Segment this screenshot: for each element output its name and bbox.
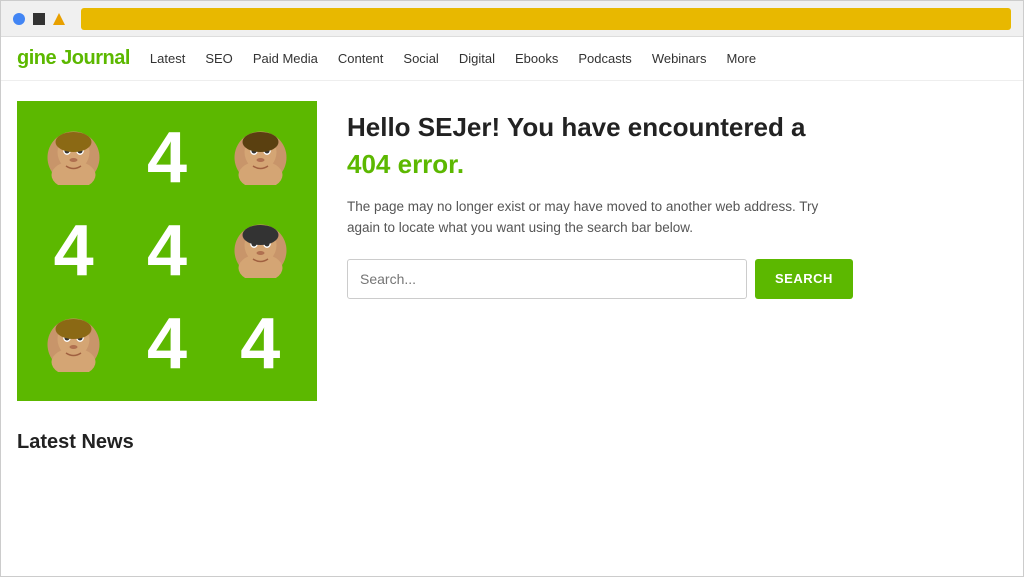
error-text-section: Hello SEJer! You have encountered a 404 … bbox=[347, 101, 1007, 299]
site-nav: gine Journal Latest SEO Paid Media Conte… bbox=[1, 37, 1023, 81]
nav-podcasts[interactable]: Podcasts bbox=[578, 51, 631, 66]
grid-cell-face-3 bbox=[214, 204, 307, 297]
grid-cell-four-3: 4 bbox=[120, 204, 213, 297]
nav-digital[interactable]: Digital bbox=[459, 51, 495, 66]
nav-webinars[interactable]: Webinars bbox=[652, 51, 707, 66]
error-image: 4 4 4 bbox=[17, 101, 317, 401]
error-description: The page may no longer exist or may have… bbox=[347, 196, 827, 239]
face-svg-1 bbox=[46, 130, 101, 185]
grid-cell-four-1: 4 bbox=[120, 111, 213, 204]
site-logo[interactable]: gine Journal bbox=[17, 47, 130, 70]
main-content: 4 4 4 bbox=[1, 81, 1023, 421]
search-row: SEARCH bbox=[347, 259, 1007, 299]
browser-dot-blue bbox=[13, 13, 25, 25]
four-1: 4 bbox=[147, 122, 187, 194]
error-headline: Hello SEJer! You have encountered a bbox=[347, 111, 1007, 145]
nav-social[interactable]: Social bbox=[403, 51, 438, 66]
grid-cell-face-4 bbox=[27, 298, 120, 391]
nav-more[interactable]: More bbox=[727, 51, 757, 66]
browser-triangle bbox=[53, 13, 65, 25]
four-4: 4 bbox=[147, 308, 187, 380]
logo-suffix: Journal bbox=[61, 47, 130, 69]
four-3: 4 bbox=[147, 215, 187, 287]
four-5: 4 bbox=[240, 308, 280, 380]
latest-news-section: Latest News bbox=[1, 421, 1023, 454]
logo-prefix: gine bbox=[17, 47, 61, 69]
grid-cell-face-2 bbox=[214, 111, 307, 204]
face-svg-3 bbox=[233, 223, 288, 278]
nav-ebooks[interactable]: Ebooks bbox=[515, 51, 558, 66]
grid-cell-four-5: 4 bbox=[214, 298, 307, 391]
latest-news-title: Latest News bbox=[17, 431, 1007, 454]
search-button[interactable]: SEARCH bbox=[755, 259, 853, 299]
grid-cell-face-1 bbox=[27, 111, 120, 204]
error-subheadline: 404 error. bbox=[347, 149, 1007, 180]
face-svg-2 bbox=[233, 130, 288, 185]
browser-chrome bbox=[1, 1, 1023, 37]
nav-latest[interactable]: Latest bbox=[150, 51, 185, 66]
nav-content[interactable]: Content bbox=[338, 51, 384, 66]
grid-cell-four-4: 4 bbox=[120, 298, 213, 391]
browser-address-bar[interactable] bbox=[81, 8, 1011, 30]
browser-square bbox=[33, 13, 45, 25]
nav-paid-media[interactable]: Paid Media bbox=[253, 51, 318, 66]
face-svg-4 bbox=[46, 317, 101, 372]
grid-cell-four-2: 4 bbox=[27, 204, 120, 297]
search-input[interactable] bbox=[347, 259, 747, 299]
four-2: 4 bbox=[54, 215, 94, 287]
nav-seo[interactable]: SEO bbox=[205, 51, 232, 66]
